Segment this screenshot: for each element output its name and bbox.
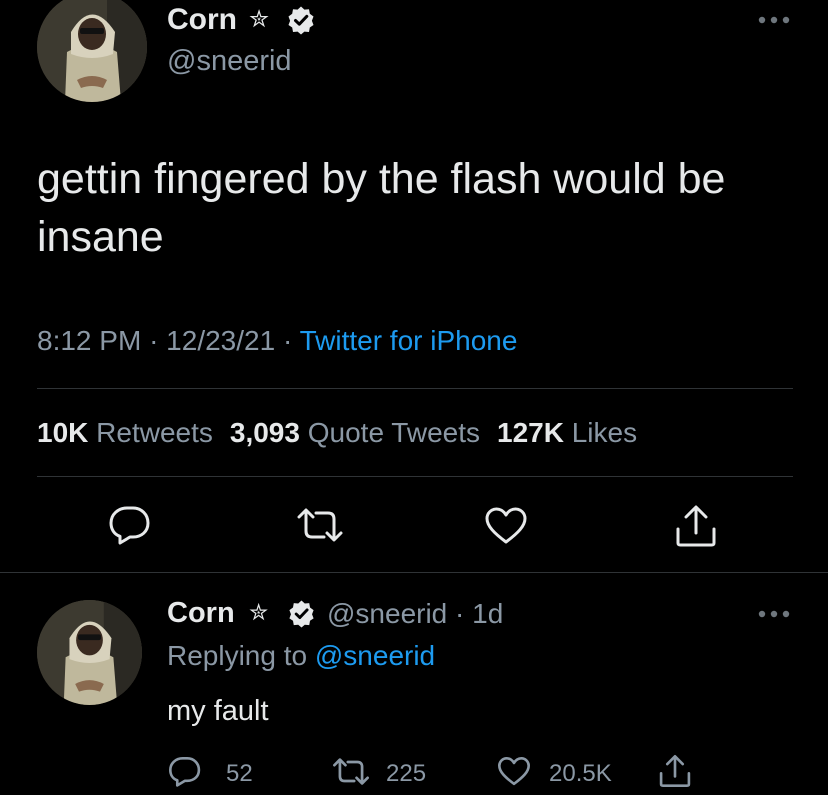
tweet-date: 12/23/21 [166, 325, 276, 356]
divider [37, 476, 793, 477]
likes-label: Likes [571, 417, 638, 448]
verified-badge-icon [288, 6, 314, 35]
more-options-icon[interactable] [757, 608, 791, 620]
reply-text: my fault [167, 695, 269, 727]
reply-author-avatar[interactable] [37, 600, 142, 705]
more-options-icon[interactable] [757, 14, 791, 26]
divider [37, 388, 793, 389]
name-star-icon: ✮ [249, 599, 269, 625]
share-icon[interactable] [674, 504, 718, 548]
meta-separator: · [149, 325, 159, 356]
reply-author-handle: @sneerid · 1d [327, 598, 503, 630]
quote-tweets-count: 3,093 [229, 417, 300, 448]
tweet-separator [0, 572, 828, 573]
likes-count: 127K [497, 417, 564, 448]
reply-age: · 1d [455, 598, 504, 629]
reply-handle-text[interactable]: @sneerid [327, 598, 447, 629]
verified-badge-icon [289, 600, 314, 628]
tweet-meta: 8:12 PM · 12/23/21 · Twitter for iPhone [37, 325, 517, 357]
retweet-icon[interactable] [296, 507, 344, 543]
quote-tweets-stat[interactable]: 3,093 Quote Tweets [230, 417, 480, 448]
likes-stat[interactable]: 127K Likes [497, 417, 637, 448]
like-icon[interactable] [484, 506, 528, 546]
replying-to: Replying to @sneerid [167, 640, 435, 672]
retweets-stat[interactable]: 10K Retweets [37, 417, 213, 448]
avatar-image [37, 600, 142, 705]
name-star-icon: ✮ [249, 6, 270, 33]
retweet-count: 225 [386, 760, 427, 787]
author-handle[interactable]: @sneerid [167, 45, 292, 78]
tweet-source-link[interactable]: Twitter for iPhone [300, 325, 518, 356]
avatar-image [37, 0, 147, 102]
retweets-count: 10K [37, 417, 89, 448]
reply-icon[interactable] [168, 756, 202, 787]
reply-count: 52 [226, 760, 253, 787]
replying-to-label: Replying to [167, 640, 308, 671]
quote-tweets-label: Quote Tweets [307, 417, 480, 448]
share-icon[interactable] [658, 754, 692, 788]
meta-separator: · [282, 325, 293, 356]
like-count: 20.5K [549, 760, 612, 787]
replying-to-mention[interactable]: @sneerid [315, 640, 435, 671]
retweet-icon[interactable] [332, 757, 370, 786]
reply-author-name[interactable]: Corn [167, 597, 235, 630]
author-name[interactable]: Corn [167, 3, 237, 37]
author-avatar[interactable] [37, 0, 147, 102]
like-icon[interactable] [497, 756, 531, 787]
retweets-label: Retweets [96, 417, 213, 448]
reply-icon[interactable] [108, 505, 152, 545]
tweet-time: 8:12 PM [37, 325, 142, 356]
tweet-stats: 10K Retweets 3,093 Quote Tweets 127K Likes [37, 417, 637, 449]
tweet-text: gettin fingered by the flash would be in… [37, 155, 726, 261]
